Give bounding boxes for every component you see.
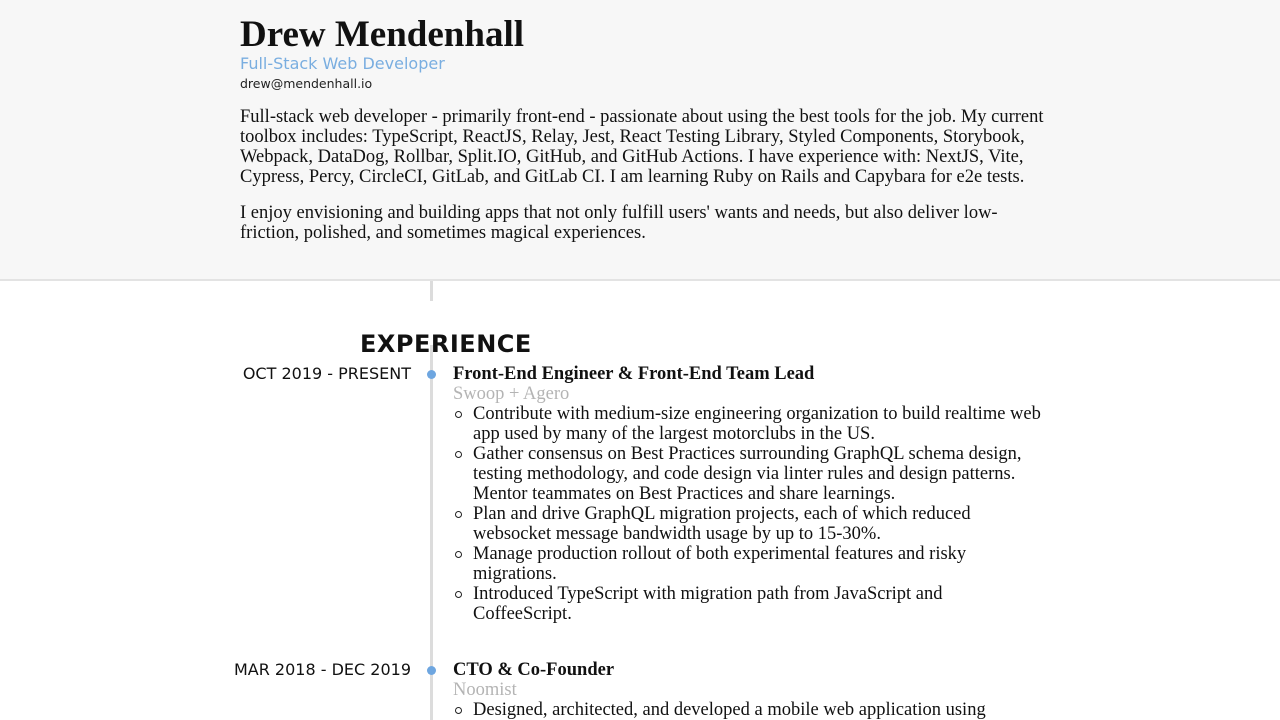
job-body: Front-End Engineer & Front-End Team Lead…	[453, 364, 1043, 624]
job-company: Swoop + Agero	[453, 384, 570, 404]
profile-subtitle: Full-Stack Web Developer	[240, 54, 445, 73]
job-title: CTO & Co-Founder	[453, 660, 615, 680]
job-bullets: Contribute with medium-size engineering …	[453, 404, 1043, 624]
summary-paragraph: I enjoy envisioning and building apps th…	[240, 203, 998, 243]
timeline-dot-icon	[427, 666, 436, 675]
job-bullet: Manage production rollout of both experi…	[453, 544, 1043, 584]
job-dates: MAR 2018 - DEC 2019	[233, 660, 411, 679]
timeline-dot-icon	[427, 370, 436, 379]
profile-name: Drew Mendenhall	[240, 14, 525, 55]
job-bullets: Designed, architected, and developed a m…	[453, 700, 1043, 720]
summary-paragraph: Full-stack web developer - primarily fro…	[240, 107, 1044, 187]
profile-email: drew@mendenhall.io	[240, 76, 373, 91]
job-bullet: Designed, architected, and developed a m…	[453, 700, 1043, 720]
job-bullet: Contribute with medium-size engineering …	[453, 404, 1043, 444]
job-bullet: Plan and drive GraphQL migration project…	[453, 504, 1043, 544]
profile-summary: Full-stack web developer - primarily fro…	[240, 107, 1045, 259]
job-title: Front-End Engineer & Front-End Team Lead	[453, 364, 815, 384]
profile-header: Drew Mendenhall Full-Stack Web Developer…	[0, 0, 1280, 281]
job-dates: OCT 2019 - PRESENT	[242, 364, 411, 383]
experience-heading: EXPERIENCE	[360, 329, 532, 358]
job-body: CTO & Co-Founder Noomist Designed, archi…	[453, 660, 1043, 720]
job-company: Noomist	[453, 680, 517, 700]
job-bullet: Introduced TypeScript with migration pat…	[453, 584, 1043, 624]
job-bullet: Gather consensus on Best Practices surro…	[453, 444, 1043, 504]
